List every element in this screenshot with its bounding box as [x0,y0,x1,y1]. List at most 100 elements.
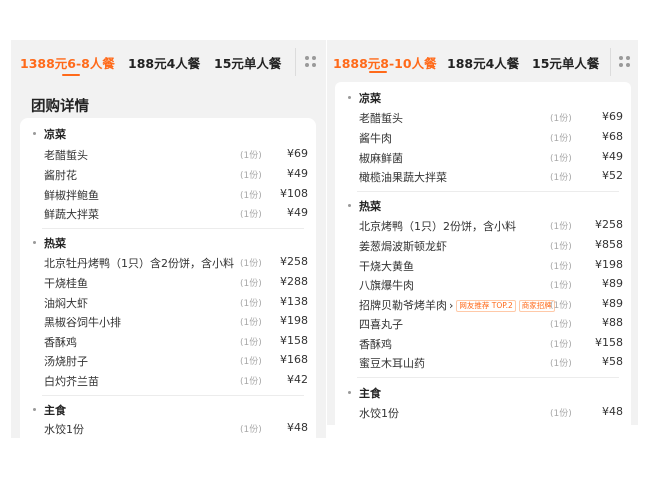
item-name: 白灼芥兰苗 [44,374,99,388]
item-price: ¥48 [602,405,623,418]
menu-item: 干烧大黄鱼 (1份) ¥198 [335,258,631,278]
item-name: 北京牡丹烤鸭（1只）含2份饼，含小料 [44,257,234,270]
item-price: ¥68 [602,130,623,143]
item-name: 干烧桂鱼 [44,277,88,290]
category-bullet [348,204,351,207]
category-divider [357,191,619,192]
item-qty: (1份) [550,222,572,232]
active-tab-indicator [369,71,387,73]
tab-package-15[interactable]: 15元单人餐 [214,53,281,72]
item-name: 水饺1份 [44,423,84,436]
item-price: ¥858 [595,238,623,251]
menu-item: 白灼芥兰苗 (1份) ¥42 [20,373,316,393]
item-name: 干烧大黄鱼 [359,259,414,273]
item-name-with-tags: 招牌贝勒爷烤羊肉 › 网友推荐 TOP.2 商家招牌 [359,297,555,313]
menu-item: 汤烧肘子 (1份) ¥168 [20,353,316,373]
item-price: ¥69 [602,110,623,123]
item-qty: (1份) [550,114,572,124]
item-name: 鲜蔬大拌菜 [44,208,99,221]
recommend-badge: 网友推荐 TOP.2 [456,299,516,312]
item-name: 八旗爆牛肉 [359,279,414,292]
page-title: 团购详情 [31,99,89,115]
item-price: ¥48 [287,421,308,434]
item-qty: (1份) [240,210,262,220]
item-price: ¥42 [287,372,308,386]
menu-item: 橄榄油果蔬大拌菜 (1份) ¥52 [335,169,631,189]
tab-package-15[interactable]: 15元单人餐 [532,53,599,72]
tab-package-1388[interactable]: 1388元6-8人餐 [20,53,115,72]
item-qty: (1份) [240,259,262,269]
category-bullet [33,241,36,244]
menu-item: 水饺1份 (1份) ¥48 [335,405,631,425]
item-qty: (1份) [240,298,262,309]
item-price: ¥88 [602,316,623,329]
item-name: 橄榄油果蔬大拌菜 [359,171,447,184]
item-qty: (1份) [550,134,572,144]
category-bullet [348,391,351,394]
category-divider [42,395,304,396]
tab-package-188[interactable]: 188元4人餐 [447,53,519,72]
menu-card: 凉菜 老醋蜇头 (1份) ¥69 酱牛肉 (1份) ¥68 椒麻鲜菌 (1份) ¥49 橄榄… [335,82,631,425]
item-price: ¥198 [280,314,308,327]
item-name: 黑椒谷饲牛小排 [44,316,121,329]
item-qty: (1份) [550,281,572,291]
item-name: 蜜豆木耳山药 [359,357,425,370]
item-name: 鲜椒拌鲍鱼 [44,188,99,202]
item-qty: (1份) [240,151,262,161]
menu-item: 老醋蜇头 (1份) ¥69 [335,110,631,130]
menu-item: 黑椒谷饲牛小排 (1份) ¥198 [20,314,316,334]
category-title: 主食 [44,404,66,417]
package-tabs: 1388元6-8人餐 188元4人餐 15元单人餐 [11,40,326,82]
item-price: ¥89 [602,277,623,290]
item-price: ¥89 [602,296,623,310]
item-qty: (1份) [550,300,572,311]
item-qty: (1份) [240,376,262,387]
item-price: ¥158 [595,335,623,349]
menu-item: 四喜丸子 (1份) ¥88 [335,316,631,336]
menu-item: 水饺1份 (1份) ¥48 [20,421,316,438]
menu-item: 油焖大虾 (1份) ¥138 [20,295,316,315]
menu-item: 酱肘花 (1份) ¥49 [20,167,316,187]
menu-item: 酱牛肉 (1份) ¥68 [335,130,631,150]
menu-item: 干烧桂鱼 (1份) ¥288 [20,275,316,295]
item-price: ¥158 [280,333,308,347]
category-title: 凉菜 [44,128,66,141]
menu-item[interactable]: 招牌贝勒爷烤羊肉 › 网友推荐 TOP.2 商家招牌 (1份) ¥89 [335,297,631,317]
tab-package-188[interactable]: 188元4人餐 [128,53,200,72]
menu-item: 姜葱焗波斯顿龙虾 (1份) ¥858 [335,238,631,258]
menu-item: 北京烤鸭（1只）2份饼，含小料 (1份) ¥258 [335,218,631,238]
item-qty: (1份) [550,153,572,164]
category-divider [42,228,304,229]
item-qty: (1份) [550,320,572,330]
menu-item: 鲜椒拌鲍鱼 (1份) ¥108 [20,187,316,207]
category-bullet [33,408,36,411]
category-title: 热菜 [359,200,381,213]
item-name: 香酥鸡 [44,335,77,349]
menu-card: 凉菜 老醋蜇头 (1份) ¥69 酱肘花 (1份) ¥49 鲜椒拌鲍鱼 (1份) ¥108 … [20,118,316,438]
category-title: 主食 [359,387,381,400]
item-price: ¥258 [595,218,623,231]
item-qty: (1份) [550,339,572,350]
item-qty: (1份) [240,425,262,435]
item-qty: (1份) [550,359,572,369]
tab-package-1888[interactable]: 1888元8-10人餐 [333,53,437,72]
item-qty: (1份) [240,337,262,348]
item-qty: (1份) [240,171,262,181]
item-qty: (1份) [240,357,262,367]
item-name: 油焖大虾 [44,296,88,310]
grid-dots-icon[interactable] [305,56,317,68]
item-name: 招牌贝勒爷烤羊肉 [359,298,447,312]
item-price: ¥52 [602,169,623,182]
item-qty: (1份) [550,261,572,272]
category-title: 凉菜 [359,92,381,105]
item-name: 老醋蜇头 [44,149,88,162]
item-name: 酱牛肉 [359,132,392,145]
menu-item: 香酥鸡 (1份) ¥158 [335,336,631,356]
chevron-right-icon[interactable]: › [449,299,453,312]
item-price: ¥108 [280,186,308,200]
menu-item: 椒麻鲜菌 (1份) ¥49 [335,150,631,170]
item-qty: (1份) [240,190,262,201]
menu-item: 蜜豆木耳山药 (1份) ¥58 [335,355,631,375]
item-price: ¥168 [280,353,308,366]
grid-dots-icon[interactable] [619,56,631,68]
